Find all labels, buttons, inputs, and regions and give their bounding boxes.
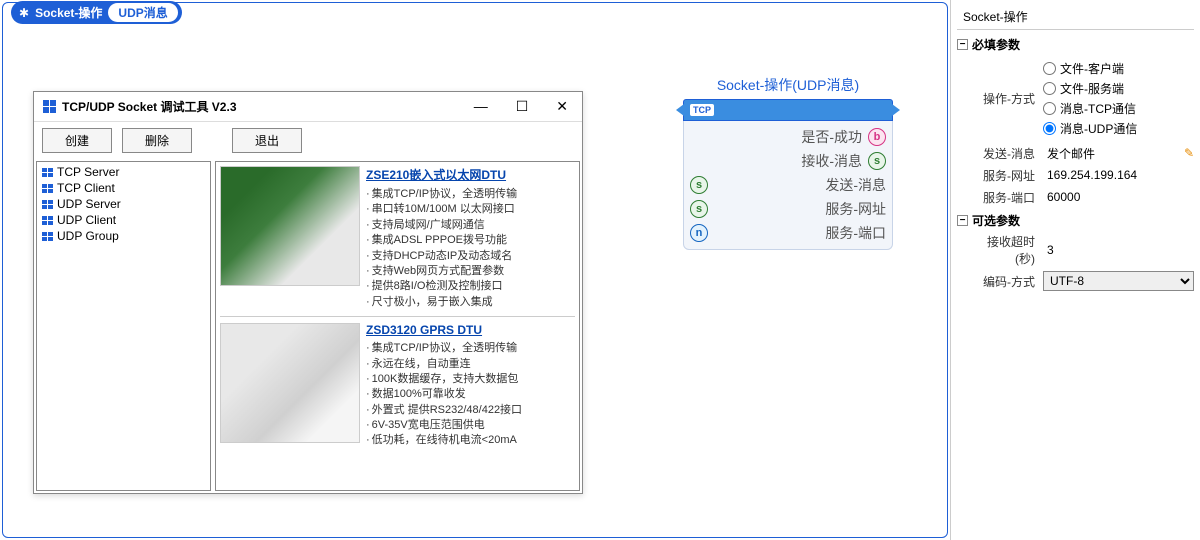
port-icon[interactable]: n xyxy=(690,224,708,242)
debug-window: TCP/UDP Socket 调试工具 V2.3 — ☐ ✕ 创建 删除 退出 … xyxy=(33,91,583,494)
radio-input[interactable] xyxy=(1043,122,1056,135)
node-input[interactable]: n服务-端口 xyxy=(690,221,886,245)
product-image xyxy=(220,323,360,443)
server-icon xyxy=(41,167,53,177)
breadcrumb-pill: ✱ Socket-操作 UDP消息 xyxy=(11,1,182,24)
product-card: ZSE210嵌入式以太网DTU集成TCP/IP协议，全透明传输串口转10M/10… xyxy=(220,166,575,317)
breadcrumb-subtitle[interactable]: UDP消息 xyxy=(108,3,177,22)
close-button[interactable]: ✕ xyxy=(550,98,574,115)
send-msg-label: 发送-消息 xyxy=(971,145,1043,162)
server-icon xyxy=(41,215,53,225)
window-title: TCP/UDP Socket 调试工具 V2.3 xyxy=(62,98,468,115)
canvas[interactable]: ✱ Socket-操作 UDP消息 TCP/UDP Socket 调试工具 V2… xyxy=(2,2,948,538)
app-icon xyxy=(42,100,56,114)
node-output[interactable]: 接收-消息s xyxy=(690,149,886,173)
node-input[interactable]: s服务-网址 xyxy=(690,197,886,221)
op-mode-label: 操作-方式 xyxy=(971,90,1043,107)
property-panel: Socket-操作 − 必填参数 操作-方式 文件-客户端文件-服务端消息-TC… xyxy=(950,0,1200,540)
product-link[interactable]: ZSD3120 GPRS DTU xyxy=(366,323,522,337)
property-tab[interactable]: Socket-操作 xyxy=(957,4,1194,30)
server-icon xyxy=(41,199,53,209)
tree-item[interactable]: UDP Group xyxy=(39,228,208,244)
create-button[interactable]: 创建 xyxy=(42,128,112,153)
breadcrumb-title: Socket-操作 xyxy=(35,4,102,21)
server-icon xyxy=(41,183,53,193)
delete-button[interactable]: 删除 xyxy=(122,128,192,153)
encoding-label: 编码-方式 xyxy=(971,273,1043,290)
person-walk-icon: ✱ xyxy=(19,6,29,20)
server-port-label: 服务-端口 xyxy=(971,189,1043,206)
tree-item[interactable]: UDP Server xyxy=(39,196,208,212)
op-mode-option[interactable]: 消息-UDP通信 xyxy=(1043,120,1194,137)
product-link[interactable]: ZSE210嵌入式以太网DTU xyxy=(366,166,517,183)
window-titlebar[interactable]: TCP/UDP Socket 调试工具 V2.3 — ☐ ✕ xyxy=(34,92,582,122)
tree-item[interactable]: TCP Server xyxy=(39,164,208,180)
port-icon[interactable]: s xyxy=(690,176,708,194)
node-output[interactable]: 是否-成功b xyxy=(690,125,886,149)
tcp-badge-icon: TCP xyxy=(690,104,714,116)
port-icon[interactable]: s xyxy=(690,200,708,218)
server-addr-input[interactable] xyxy=(1043,166,1194,184)
required-section-header[interactable]: − 必填参数 xyxy=(957,36,1194,53)
op-mode-option[interactable]: 文件-客户端 xyxy=(1043,60,1194,77)
product-card: ZSD3120 GPRS DTU集成TCP/IP协议，全透明传输永远在线，自动重… xyxy=(220,323,575,455)
op-mode-option[interactable]: 消息-TCP通信 xyxy=(1043,100,1194,117)
collapse-icon[interactable]: − xyxy=(957,39,968,50)
server-icon xyxy=(41,231,53,241)
radio-input[interactable] xyxy=(1043,62,1056,75)
minimize-button[interactable]: — xyxy=(468,98,494,115)
optional-section-header[interactable]: − 可选参数 xyxy=(957,212,1194,229)
flow-node[interactable]: Socket-操作(UDP消息) TCP 是否-成功b接收-消息ss发送-消息s… xyxy=(683,75,893,250)
tree-item[interactable]: UDP Client xyxy=(39,212,208,228)
node-input[interactable]: s发送-消息 xyxy=(690,173,886,197)
maximize-button[interactable]: ☐ xyxy=(510,98,535,115)
server-port-input[interactable] xyxy=(1043,188,1194,206)
radio-input[interactable] xyxy=(1043,102,1056,115)
encoding-select[interactable]: UTF-8 xyxy=(1043,271,1194,291)
server-addr-label: 服务-网址 xyxy=(971,167,1043,184)
port-icon[interactable]: b xyxy=(868,128,886,146)
radio-input[interactable] xyxy=(1043,82,1056,95)
port-icon[interactable]: s xyxy=(868,152,886,170)
connection-tree[interactable]: TCP ServerTCP ClientUDP ServerUDP Client… xyxy=(36,161,211,491)
product-image xyxy=(220,166,360,286)
op-mode-option[interactable]: 文件-服务端 xyxy=(1043,80,1194,97)
node-title[interactable]: Socket-操作(UDP消息) xyxy=(683,75,893,95)
exit-button[interactable]: 退出 xyxy=(232,128,302,153)
timeout-label: 接收超时(秒) xyxy=(971,233,1043,267)
tree-item[interactable]: TCP Client xyxy=(39,180,208,196)
node-header[interactable]: TCP xyxy=(683,99,893,121)
collapse-icon[interactable]: − xyxy=(957,215,968,226)
edit-icon[interactable]: ✎ xyxy=(1184,146,1194,160)
send-msg-input[interactable] xyxy=(1043,144,1180,162)
timeout-input[interactable] xyxy=(1043,241,1194,259)
product-panel[interactable]: ZSE210嵌入式以太网DTU集成TCP/IP协议，全透明传输串口转10M/10… xyxy=(215,161,580,491)
op-mode-radios: 文件-客户端文件-服务端消息-TCP通信消息-UDP通信 xyxy=(1043,57,1194,140)
